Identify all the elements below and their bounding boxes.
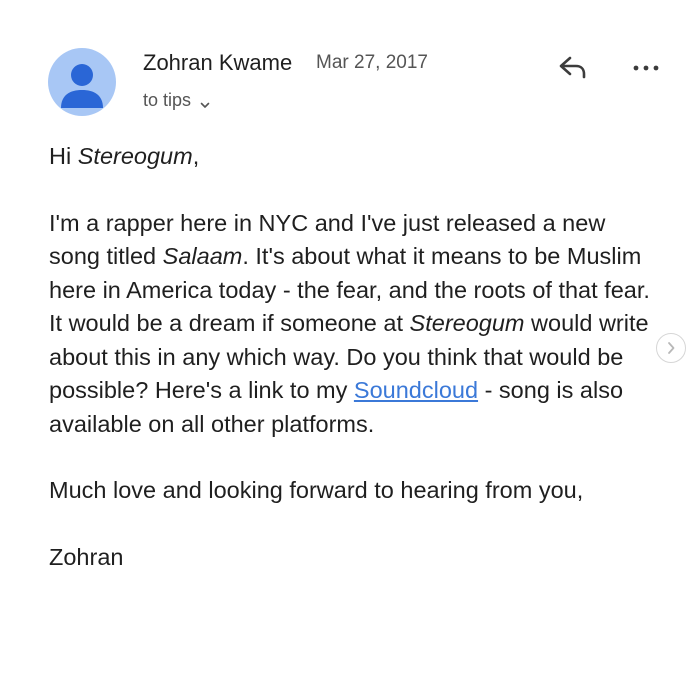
- person-icon: [61, 64, 103, 108]
- outlet-name: Stereogum: [409, 310, 525, 336]
- message-date: Mar 27, 2017: [316, 52, 428, 73]
- message-header: Zohran Kwame Mar 27, 2017 to tips: [48, 44, 668, 124]
- more-options-button[interactable]: [628, 54, 664, 82]
- greeting-prefix: Hi: [49, 143, 78, 169]
- message-body: Hi Stereogum, I'm a rapper here in NYC a…: [49, 140, 659, 574]
- closing-paragraph: Much love and looking forward to hearing…: [49, 477, 584, 503]
- chevron-down-icon: [199, 95, 211, 108]
- song-title: Salaam: [162, 243, 243, 269]
- carousel-next-button[interactable]: [656, 333, 686, 363]
- chevron-right-icon: [668, 342, 675, 354]
- greeting-name: Stereogum: [77, 143, 193, 169]
- reply-icon: [559, 56, 586, 79]
- reply-button[interactable]: [554, 52, 590, 84]
- recipient-label: to tips: [143, 90, 192, 110]
- greeting: Hi Stereogum,: [49, 140, 659, 174]
- signature: Zohran: [49, 543, 124, 570]
- recipient-details-toggle[interactable]: to tips: [143, 90, 211, 111]
- body-paragraph: I'm a rapper here in NYC and I've just r…: [49, 207, 659, 442]
- greeting-suffix: ,: [192, 143, 200, 169]
- sender-name[interactable]: Zohran Kwame: [143, 50, 292, 76]
- soundcloud-link[interactable]: Soundcloud: [354, 377, 478, 403]
- more-horizontal-icon: [633, 65, 659, 71]
- avatar[interactable]: [48, 48, 116, 116]
